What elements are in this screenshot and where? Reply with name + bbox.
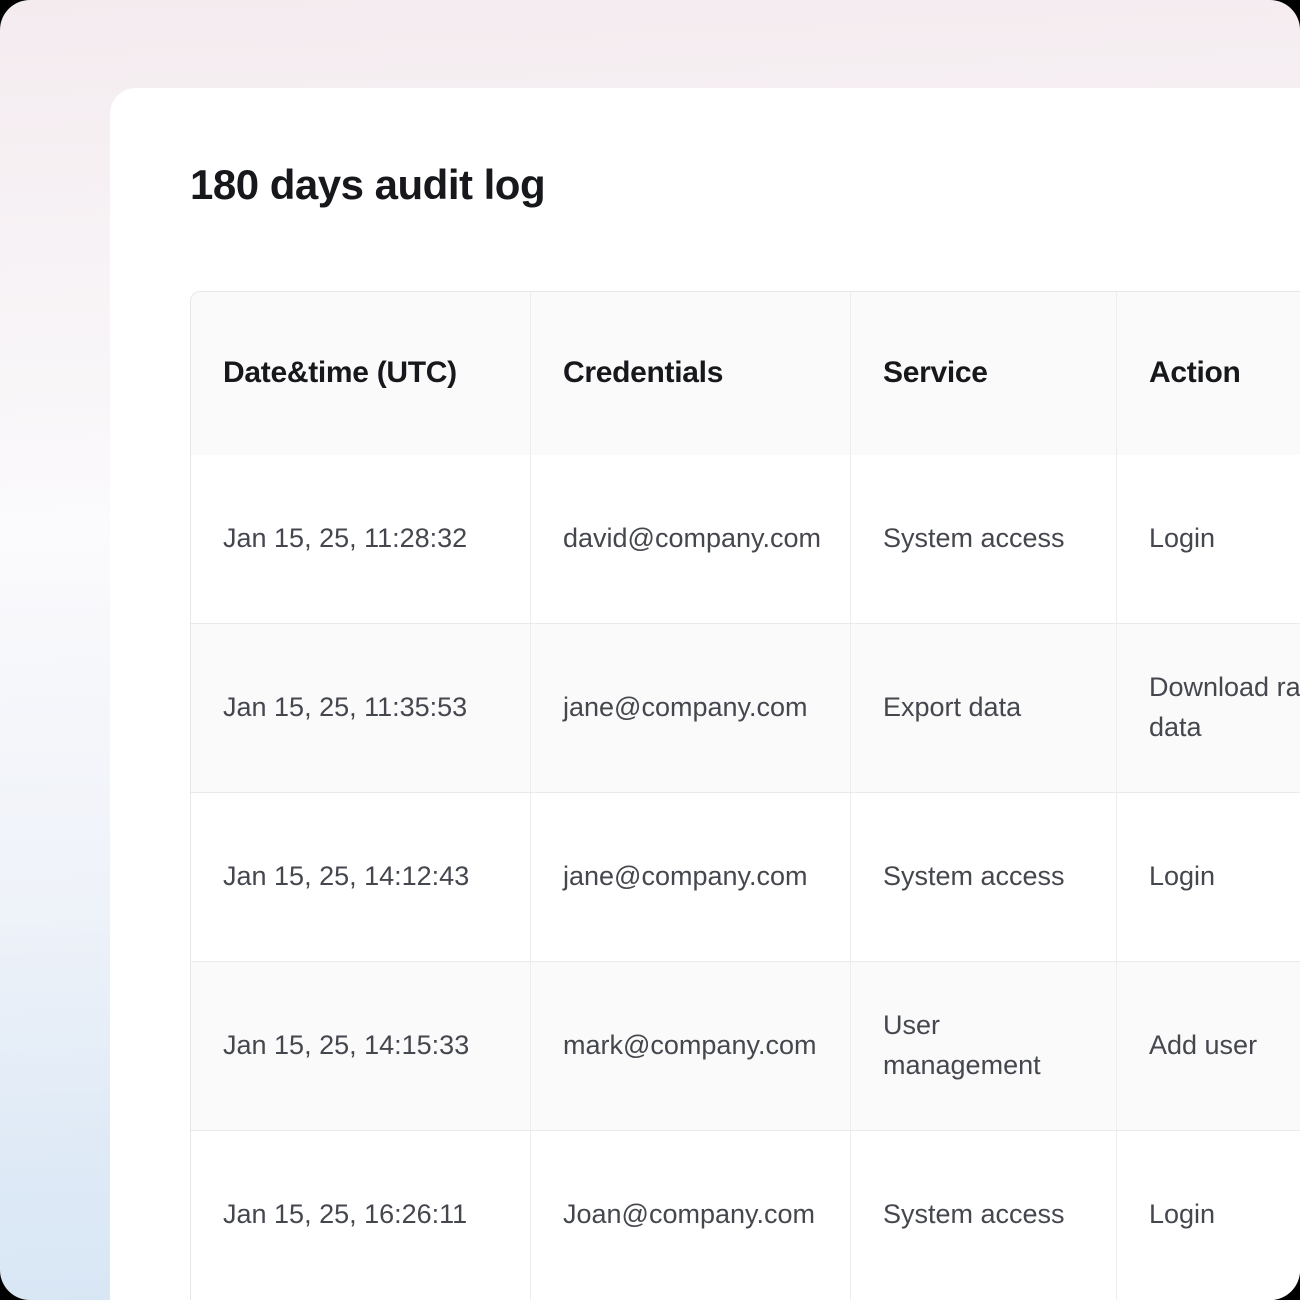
column-header-service: Service: [850, 292, 1116, 455]
table-row: Jan 15, 25, 16:26:11 Joan@company.com Sy…: [191, 1130, 1300, 1299]
cell-service: User management: [850, 962, 1116, 1130]
cell-datetime: Jan 15, 25, 14:12:43: [191, 793, 530, 961]
column-header-datetime: Date&time (UTC): [191, 292, 530, 455]
cell-credentials: mark@company.com: [530, 962, 850, 1130]
cell-service: System access: [850, 793, 1116, 961]
cell-credentials: Joan@company.com: [530, 1131, 850, 1299]
cell-action: Login: [1116, 1131, 1300, 1299]
cell-datetime: Jan 15, 25, 14:15:33: [191, 962, 530, 1130]
audit-log-card: 180 days audit log Date&time (UTC) Crede…: [110, 88, 1300, 1300]
table-row: Jan 15, 25, 14:12:43 jane@company.com Sy…: [191, 792, 1300, 961]
table-row: Jan 15, 25, 11:28:32 david@company.com S…: [191, 455, 1300, 623]
cell-action: Download raw data: [1116, 624, 1300, 792]
cell-service: Export data: [850, 624, 1116, 792]
cell-credentials: jane@company.com: [530, 793, 850, 961]
cell-action: Add user: [1116, 962, 1300, 1130]
table-body: Jan 15, 25, 11:28:32 david@company.com S…: [191, 455, 1300, 1299]
cell-datetime: Jan 15, 25, 11:35:53: [191, 624, 530, 792]
column-header-credentials: Credentials: [530, 292, 850, 455]
cell-credentials: jane@company.com: [530, 624, 850, 792]
cell-service: System access: [850, 1131, 1116, 1299]
cell-action: Login: [1116, 455, 1300, 623]
cell-action: Login: [1116, 793, 1300, 961]
cell-credentials: david@company.com: [530, 455, 850, 623]
table-row: Jan 15, 25, 14:15:33 mark@company.com Us…: [191, 961, 1300, 1130]
cell-datetime: Jan 15, 25, 16:26:11: [191, 1131, 530, 1299]
audit-log-table: Date&time (UTC) Credentials Service Acti…: [190, 291, 1300, 1300]
cell-service: System access: [850, 455, 1116, 623]
column-header-action: Action: [1116, 292, 1300, 455]
cell-datetime: Jan 15, 25, 11:28:32: [191, 455, 530, 623]
table-header-row: Date&time (UTC) Credentials Service Acti…: [191, 292, 1300, 455]
table-row: Jan 15, 25, 11:35:53 jane@company.com Ex…: [191, 623, 1300, 792]
page-background: 180 days audit log Date&time (UTC) Crede…: [0, 0, 1300, 1300]
page-title: 180 days audit log: [190, 161, 545, 209]
